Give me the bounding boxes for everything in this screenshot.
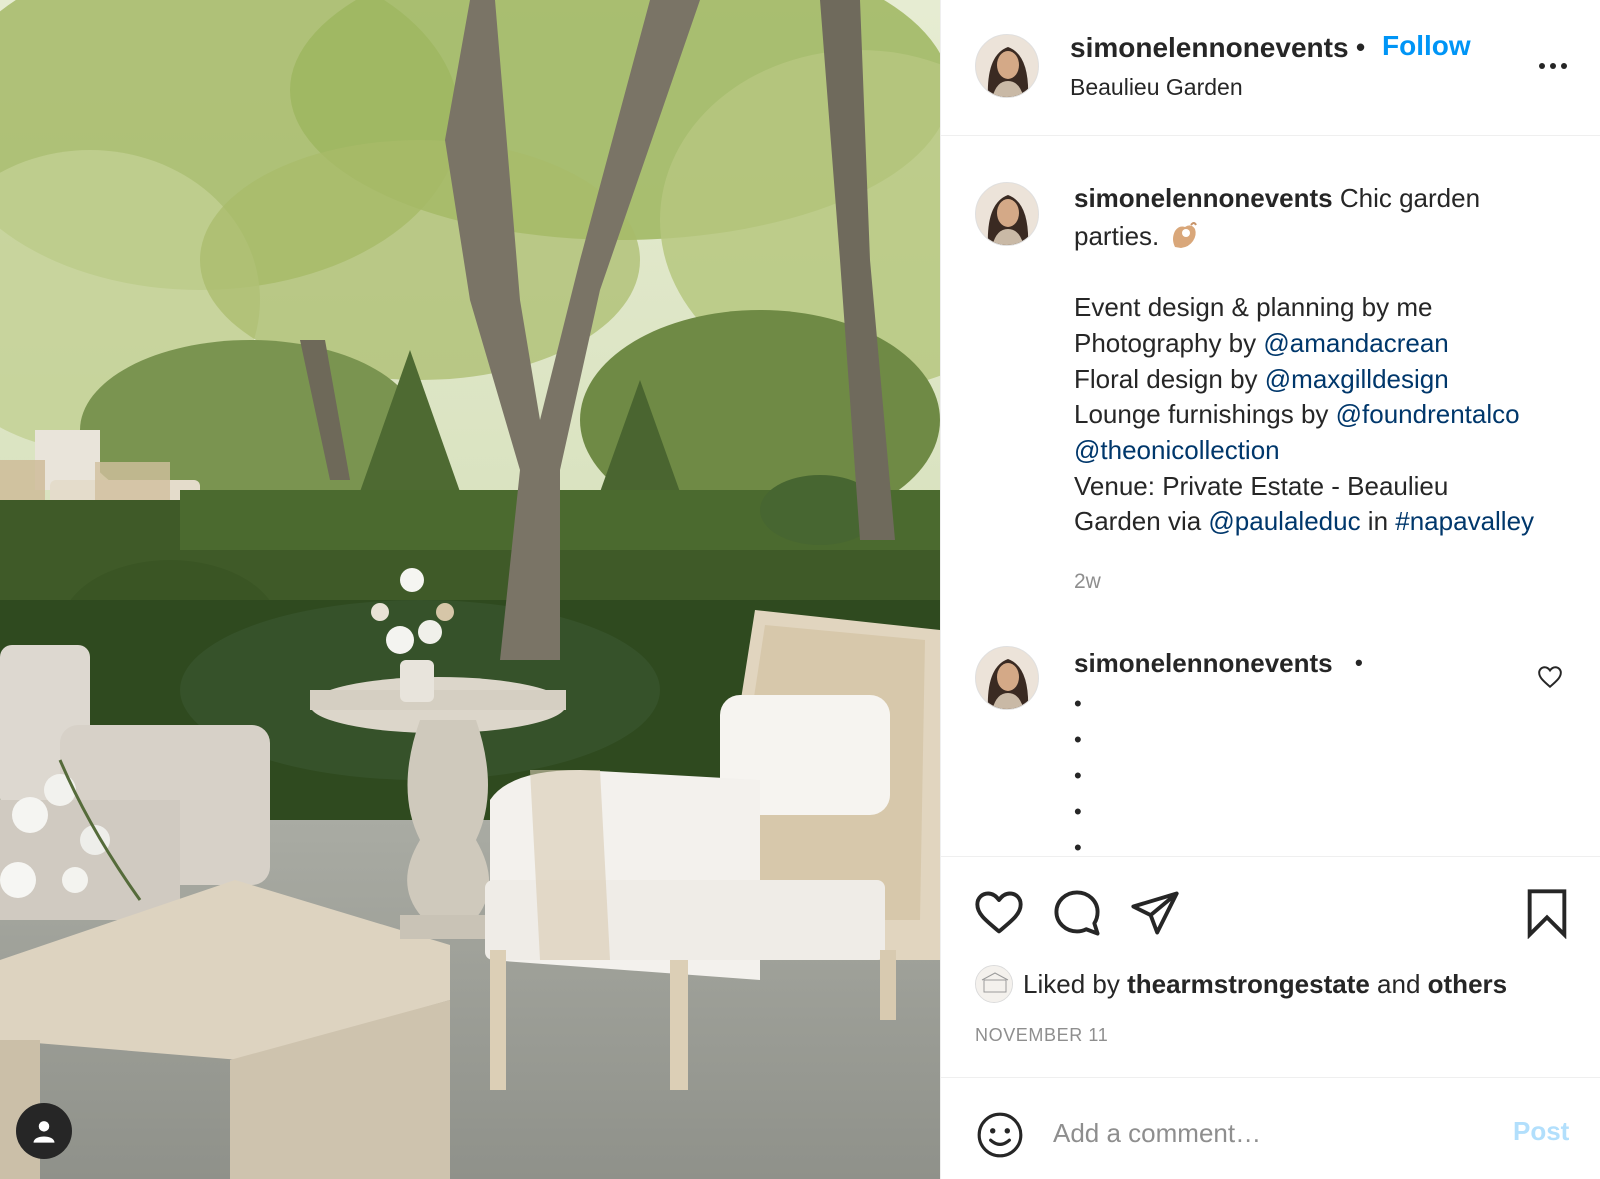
caption-text: Photography by: [1074, 327, 1264, 358]
author-avatar[interactable]: [975, 34, 1039, 98]
location-link[interactable]: Beaulieu Garden: [1070, 74, 1243, 101]
post-date[interactable]: NOVEMBER 11: [975, 1025, 1108, 1046]
post-comment-button[interactable]: Post: [1513, 1116, 1569, 1147]
heart-icon[interactable]: [973, 887, 1025, 939]
comment-bullet: •: [1074, 691, 1082, 716]
likes-others-link[interactable]: others: [1428, 969, 1507, 999]
comment-input[interactable]: [1053, 1108, 1483, 1158]
caption-text: Chic garden: [1339, 183, 1481, 213]
author-photo: [976, 183, 1038, 245]
post-caption: simonelennonevents Chic garden parties. …: [1074, 181, 1584, 540]
garden-lounge-photo: [0, 0, 940, 1179]
mention-link[interactable]: @foundrentalco: [1336, 399, 1520, 429]
mention-link[interactable]: @paulaleduc: [1208, 506, 1360, 536]
author-photo: [976, 35, 1038, 97]
post-actions: Liked by thearmstrongestate and others N…: [941, 856, 1600, 1179]
caption-text: Garden via: [1074, 506, 1209, 537]
add-comment-form: Post: [941, 1077, 1600, 1179]
estate-logo-icon: [976, 966, 1012, 1002]
caption-text: parties.: [1074, 220, 1160, 251]
caption-text: Floral design by: [1074, 363, 1265, 394]
liker-username[interactable]: thearmstrongestate: [1127, 969, 1370, 999]
caption-text: in: [1360, 506, 1396, 537]
caption-text: Lounge furnishings by: [1074, 399, 1336, 430]
smiley-icon[interactable]: [975, 1110, 1025, 1160]
more-options-button[interactable]: [1535, 48, 1571, 84]
comment-bullet: •: [1074, 727, 1082, 752]
caption-line: Event design & planning by me: [1074, 292, 1433, 323]
author-username[interactable]: simonelennonevents: [1070, 32, 1349, 64]
post-header: simonelennonevents • Follow Beaulieu Gar…: [941, 0, 1600, 136]
likes-prefix: Liked by: [1023, 968, 1128, 999]
bookmark-icon[interactable]: [1521, 887, 1573, 939]
likes-summary: Liked by thearmstrongestate and others: [975, 965, 1507, 1003]
caption-author-avatar[interactable]: [975, 182, 1039, 246]
liker-avatar[interactable]: [975, 965, 1013, 1003]
tagged-users-button[interactable]: [16, 1103, 72, 1159]
ok-hand-emoji-icon: [1172, 221, 1197, 248]
caption-timestamp[interactable]: 2w: [1074, 570, 1101, 594]
hashtag-link[interactable]: #napavalley: [1395, 506, 1534, 536]
follow-button[interactable]: Follow: [1382, 30, 1471, 62]
mention-link[interactable]: @maxgilldesign: [1265, 364, 1449, 394]
mention-link[interactable]: @theonicollection: [1074, 435, 1280, 465]
separator-dot: •: [1355, 650, 1363, 675]
comment-like-heart-icon[interactable]: [1537, 664, 1563, 690]
commenter-avatar[interactable]: [975, 646, 1039, 710]
post-details-panel: simonelennonevents • Follow Beaulieu Gar…: [940, 0, 1600, 1179]
paper-plane-icon[interactable]: [1129, 887, 1181, 939]
comment-bullet: •: [1074, 763, 1082, 788]
caption-username[interactable]: simonelennonevents: [1074, 183, 1333, 213]
comment-icon[interactable]: [1051, 887, 1103, 939]
comment-bullet: •: [1074, 799, 1082, 824]
separator-dot: •: [1356, 32, 1366, 62]
comment-text: • • • • •: [1074, 686, 1082, 866]
user-icon: [33, 1121, 55, 1143]
mention-link[interactable]: @amandacrean: [1263, 328, 1448, 358]
likes-and: and: [1369, 968, 1428, 999]
post-photo[interactable]: [0, 0, 940, 1179]
commenter-username[interactable]: simonelennonevents: [1074, 648, 1333, 679]
more-options-icon: [1539, 63, 1567, 69]
caption-line: Venue: Private Estate - Beaulieu: [1074, 470, 1449, 501]
author-photo: [976, 647, 1038, 709]
